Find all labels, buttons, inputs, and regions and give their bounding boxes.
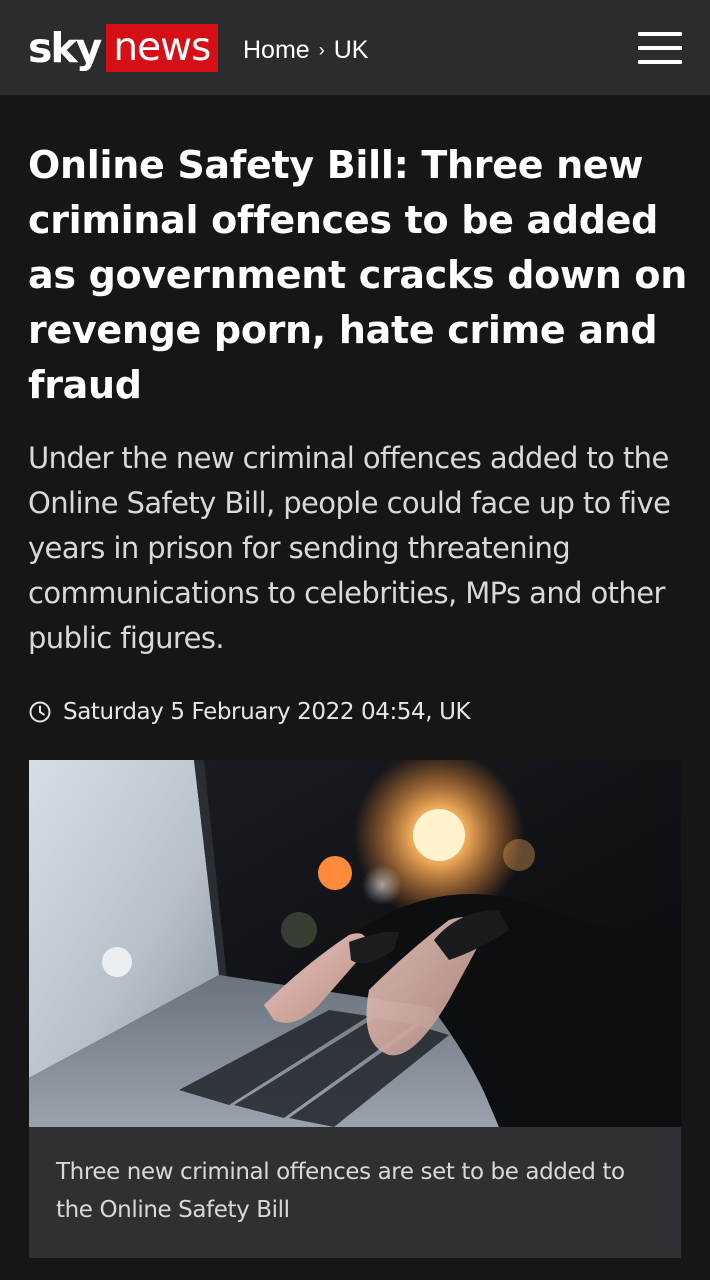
logo-sky-text: sky [28, 24, 102, 72]
photo-hands-typing-on-laptop[interactable] [29, 760, 681, 1127]
article-timestamp: Saturday 5 February 2022 04:54, UK [28, 695, 471, 729]
menu-bar-top [638, 32, 682, 36]
site-header: sky news Home › UK [0, 0, 710, 95]
sky-news-logo[interactable]: sky news [28, 24, 219, 72]
breadcrumb-uk[interactable]: UK [334, 36, 369, 65]
timestamp-text: Saturday 5 February 2022 04:54, UK [63, 699, 471, 725]
article-headline: Online Safety Bill: Three new criminal o… [28, 143, 687, 407]
article-figure: Three new criminal offences are set to b… [29, 760, 681, 1258]
menu-bar-middle [638, 46, 682, 50]
article-standfirst: Under the new criminal offences added to… [28, 441, 671, 655]
logo-news-text: news [106, 24, 219, 72]
breadcrumb: Home › UK [243, 34, 368, 66]
chevron-right-icon: › [318, 39, 325, 60]
hamburger-menu-icon[interactable] [638, 32, 682, 64]
clock-icon [29, 701, 51, 723]
image-caption: Three new criminal offences are set to b… [56, 1159, 625, 1223]
breadcrumb-home[interactable]: Home [243, 36, 310, 65]
menu-bar-bottom [638, 60, 682, 64]
